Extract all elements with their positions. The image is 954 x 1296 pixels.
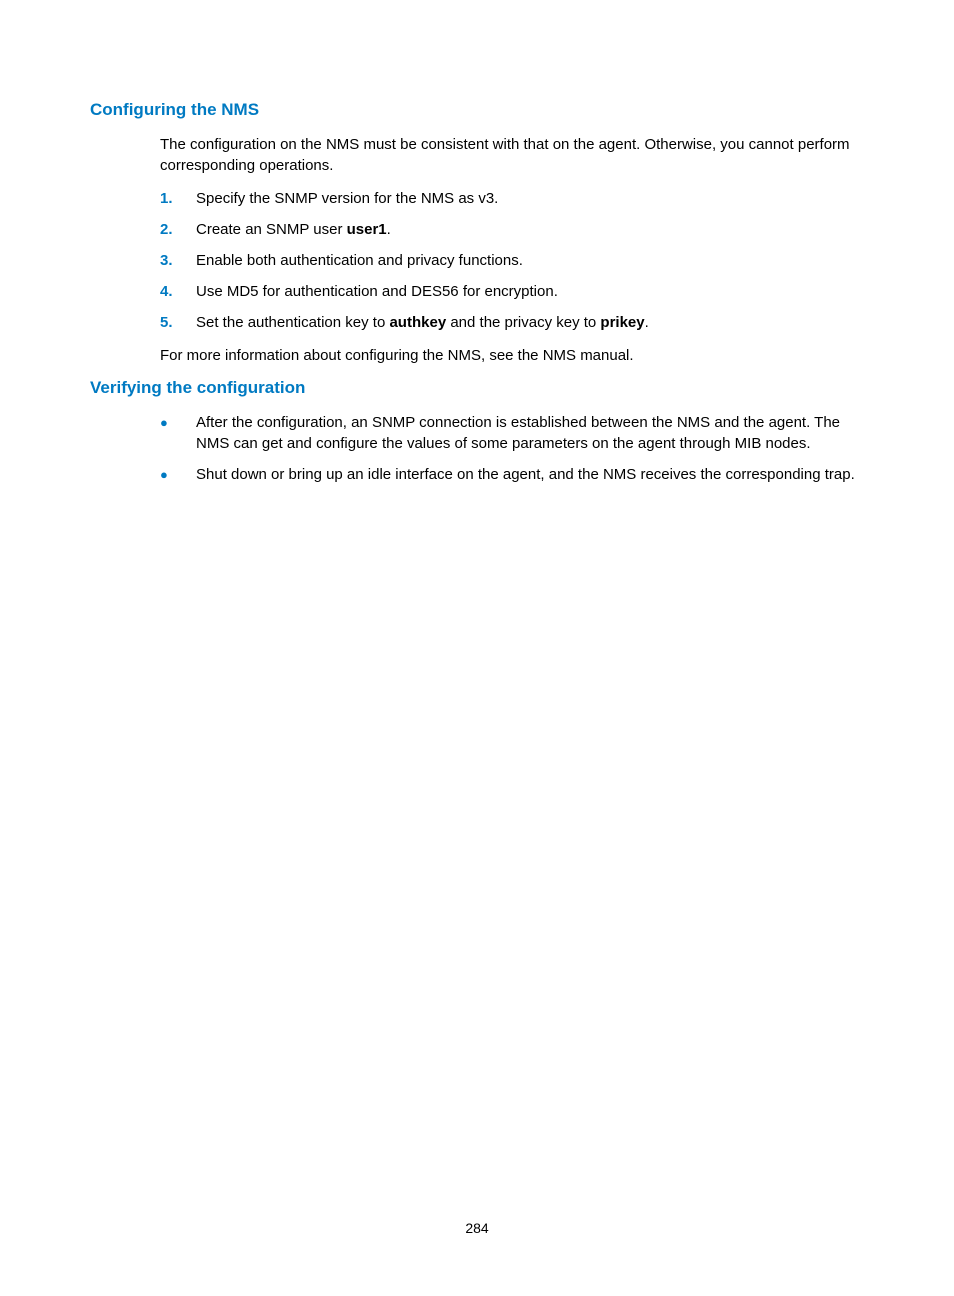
bullet-text: After the configuration, an SNMP connect…	[196, 412, 864, 454]
step-number: 4.	[160, 281, 196, 302]
heading-verifying-config: Verifying the configuration	[90, 378, 864, 398]
list-item: 2. Create an SNMP user user1.	[160, 219, 864, 240]
step-text: Create an SNMP user user1.	[196, 219, 864, 240]
bullet-icon: ●	[160, 464, 196, 484]
page-number: 284	[0, 1220, 954, 1236]
step-text: Enable both authentication and privacy f…	[196, 250, 864, 271]
step-text: Use MD5 for authentication and DES56 for…	[196, 281, 864, 302]
bullet-icon: ●	[160, 412, 196, 432]
list-item: 4. Use MD5 for authentication and DES56 …	[160, 281, 864, 302]
step-number: 5.	[160, 312, 196, 333]
step-text: Set the authentication key to authkey an…	[196, 312, 864, 333]
step-number: 1.	[160, 188, 196, 209]
closing-paragraph: For more information about configuring t…	[160, 345, 864, 366]
list-item: 1. Specify the SNMP version for the NMS …	[160, 188, 864, 209]
intro-paragraph: The configuration on the NMS must be con…	[160, 134, 864, 176]
step-number: 2.	[160, 219, 196, 240]
list-item: 5. Set the authentication key to authkey…	[160, 312, 864, 333]
step-text: Specify the SNMP version for the NMS as …	[196, 188, 864, 209]
list-item: 3. Enable both authentication and privac…	[160, 250, 864, 271]
list-item: ● Shut down or bring up an idle interfac…	[160, 464, 864, 485]
page-content: Configuring the NMS The configuration on…	[0, 0, 954, 557]
bullet-text: Shut down or bring up an idle interface …	[196, 464, 864, 485]
steps-list: 1. Specify the SNMP version for the NMS …	[160, 188, 864, 333]
step-number: 3.	[160, 250, 196, 271]
list-item: ● After the configuration, an SNMP conne…	[160, 412, 864, 454]
heading-configuring-nms: Configuring the NMS	[90, 100, 864, 120]
bullet-list: ● After the configuration, an SNMP conne…	[160, 412, 864, 485]
